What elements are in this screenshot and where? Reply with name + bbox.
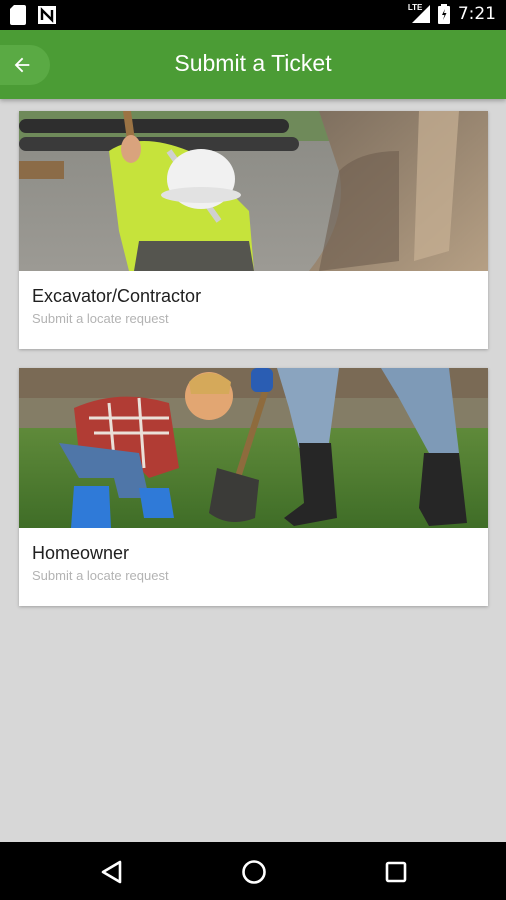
card-subtitle: Submit a locate request <box>32 568 169 583</box>
status-bar: LTE 7:21 <box>0 0 506 30</box>
worker-digging-with-excavator-photo <box>19 111 488 271</box>
app-bar: Submit a Ticket <box>0 30 506 99</box>
excavator-contractor-card[interactable]: Excavator/Contractor Submit a locate req… <box>19 111 488 349</box>
card-title: Excavator/Contractor <box>32 286 202 306</box>
sd-card-icon <box>10 5 26 25</box>
back-triangle-icon[interactable] <box>98 858 126 886</box>
recents-square-icon[interactable] <box>382 858 410 886</box>
home-circle-icon[interactable] <box>240 858 268 886</box>
card-subtitle: Submit a locate request <box>32 311 169 326</box>
lte-signal-icon: LTE <box>408 3 430 25</box>
battery-icon <box>437 4 450 24</box>
card-title: Homeowner <box>32 543 130 563</box>
homeowner-card[interactable]: Homeowner Submit a locate request <box>19 368 488 606</box>
notification-n-icon <box>38 6 56 24</box>
page-title: Submit a Ticket <box>174 50 332 76</box>
status-time: 7:21 <box>457 4 496 24</box>
system-nav-bar <box>0 842 506 900</box>
child-digging-with-shovel-photo <box>19 368 488 528</box>
